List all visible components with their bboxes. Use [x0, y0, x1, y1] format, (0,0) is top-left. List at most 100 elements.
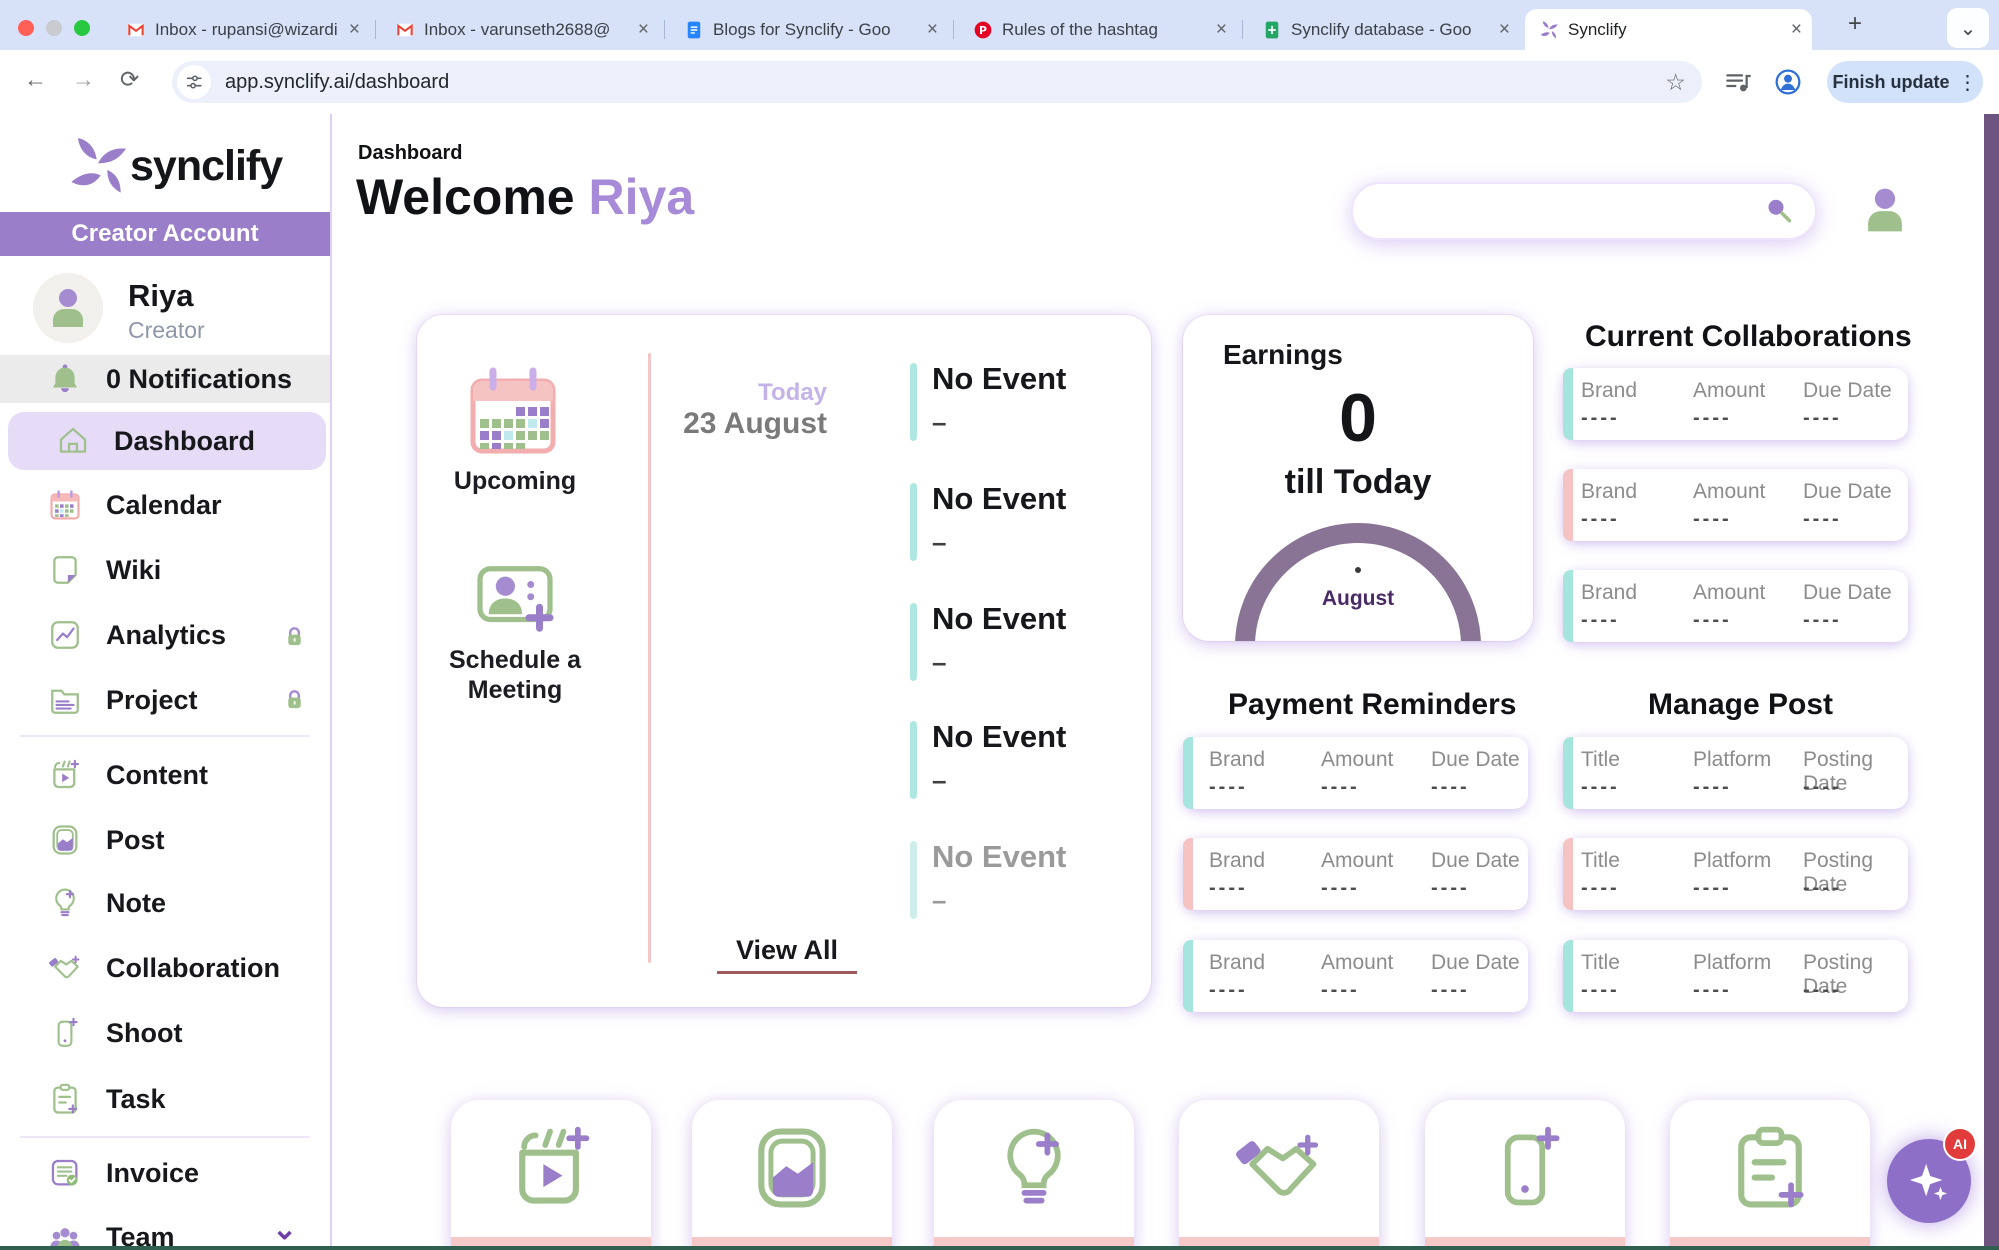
sidebar-item-project[interactable]: Project [0, 674, 330, 726]
sidebar-item-dashboard[interactable]: Dashboard [8, 412, 326, 470]
event-row[interactable]: No Event – [910, 361, 1130, 461]
tune-icon [183, 71, 205, 93]
sidebar-item-label: Dashboard [114, 426, 255, 457]
column-header: Brand [1209, 849, 1321, 875]
content-icon [505, 1122, 597, 1214]
media-playlist-icon[interactable] [1722, 66, 1754, 98]
page-scrollbar[interactable] [1984, 114, 1999, 1250]
cell-value: ---- [1581, 407, 1693, 429]
close-icon[interactable]: × [927, 19, 938, 41]
sidebar-item-post[interactable]: Post [0, 814, 330, 866]
schedule-meeting-icon[interactable] [473, 553, 557, 637]
address-bar[interactable]: app.synclify.ai/dashboard ☆ [172, 61, 1702, 103]
column-header: Amount [1321, 849, 1431, 875]
quick-action-shoot-card[interactable] [1425, 1100, 1625, 1250]
close-icon[interactable]: × [1216, 19, 1227, 41]
event-row[interactable]: No Event – [910, 719, 1130, 819]
payment-row-card[interactable]: Brand Amount Due Date ---- ---- ---- [1183, 838, 1528, 910]
tab-search-button[interactable]: ⌄ [1947, 8, 1989, 48]
reload-button[interactable]: ⟳ [120, 66, 139, 93]
browser-menu-icon[interactable]: ⋮ [1958, 70, 1978, 95]
sidebar-item-invoice[interactable]: Invoice [0, 1147, 330, 1199]
search-bar[interactable] [1351, 182, 1817, 240]
quick-action-task-card[interactable] [1670, 1100, 1870, 1250]
event-title: No Event [932, 839, 1066, 875]
profile-role: Creator [128, 317, 205, 344]
sidebar-item-wiki[interactable]: Wiki [0, 544, 330, 596]
ai-badge: AI [1943, 1127, 1977, 1161]
traffic-light-close[interactable] [18, 20, 34, 36]
new-tab-button[interactable]: + [1848, 10, 1862, 38]
sidebar-item-label: Invoice [106, 1158, 199, 1189]
sidebar-item-content[interactable]: Content [0, 749, 330, 801]
traffic-light-minimize[interactable] [46, 20, 62, 36]
cell-value: ---- [1581, 979, 1693, 1001]
tab-synclify-active[interactable]: Synclify × [1525, 9, 1812, 50]
cell-value: ---- [1803, 877, 1908, 899]
collaboration-row-card[interactable]: Brand Amount Due Date ---- ---- ---- [1563, 368, 1908, 440]
profile-icon[interactable] [1772, 66, 1804, 98]
manage-post-row-card[interactable]: Title Platform Posting Date ---- ---- --… [1563, 838, 1908, 910]
quick-action-note-card[interactable] [934, 1100, 1134, 1250]
events-card: Upcoming Schedule a Meeting Today 23 Aug… [417, 315, 1151, 1007]
analytics-icon [48, 618, 82, 652]
event-row[interactable]: No Event – [910, 839, 1130, 939]
url-text[interactable]: app.synclify.ai/dashboard [225, 71, 1665, 94]
close-icon[interactable]: × [1499, 19, 1510, 41]
chevron-down-icon[interactable]: ⌄ [272, 1212, 297, 1247]
view-all-link[interactable]: View All [717, 935, 857, 974]
manage-post-row-card[interactable]: Title Platform Posting Date ---- ---- --… [1563, 737, 1908, 809]
quick-action-collaboration-card[interactable] [1179, 1100, 1379, 1250]
user-avatar-icon[interactable] [1858, 180, 1912, 240]
google-docs-icon [684, 20, 704, 40]
cell-value: ---- [1581, 877, 1693, 899]
tab-pinterest[interactable]: Rules of the hashtag × [959, 9, 1237, 50]
quick-action-post-card[interactable] [692, 1100, 892, 1250]
upcoming-calendar-icon[interactable] [465, 363, 561, 459]
schedule-meeting-label[interactable]: Schedule a Meeting [429, 645, 601, 705]
sidebar-item-shoot[interactable]: Shoot [0, 1007, 330, 1059]
collaboration-row-card[interactable]: Brand Amount Due Date ---- ---- ---- [1563, 570, 1908, 642]
traffic-light-zoom[interactable] [74, 20, 90, 36]
tab-blogs[interactable]: Blogs for Synclify - Goo × [670, 9, 948, 50]
close-icon[interactable]: × [349, 19, 360, 41]
forward-button[interactable]: → [72, 66, 95, 93]
tab-separator [953, 20, 954, 39]
cell-value: ---- [1321, 979, 1431, 1001]
sidebar-item-label: Collaboration [106, 953, 280, 984]
column-header: Due Date [1431, 951, 1528, 977]
tab-separator [375, 20, 376, 39]
back-button[interactable]: ← [24, 66, 47, 93]
tab-strip: Inbox - rupansi@wizardi × Inbox - varuns… [0, 0, 1999, 50]
sidebar-item-note[interactable]: Note [0, 877, 330, 929]
manage-post-row-card[interactable]: Title Platform Posting Date ---- ---- --… [1563, 940, 1908, 1012]
synclify-logo: synclify [66, 134, 282, 198]
quick-action-content-card[interactable] [451, 1100, 651, 1250]
tab-database[interactable]: Synclify database - Goo × [1248, 9, 1520, 50]
site-settings-button[interactable] [177, 65, 211, 99]
column-header: Title [1581, 951, 1693, 977]
search-icon[interactable] [1761, 193, 1797, 229]
search-input[interactable] [1353, 184, 1761, 238]
upcoming-label: Upcoming [425, 467, 605, 496]
sidebar-item-label: Project [106, 685, 198, 716]
sidebar-item-task[interactable]: Task [0, 1073, 330, 1125]
payment-row-card[interactable]: Brand Amount Due Date ---- ---- ---- [1183, 737, 1528, 809]
sidebar-item-collaboration[interactable]: Collaboration [0, 942, 330, 994]
tab-separator [1242, 20, 1243, 39]
column-header: Title [1581, 748, 1693, 774]
shoot-icon [1479, 1122, 1571, 1214]
sidebar-item-notifications[interactable]: 0 Notifications [0, 355, 330, 403]
payment-row-card[interactable]: Brand Amount Due Date ---- ---- ---- [1183, 940, 1528, 1012]
tab-inbox-2[interactable]: Inbox - varunseth2688@ × [381, 9, 659, 50]
sidebar-item-calendar[interactable]: Calendar [0, 479, 330, 531]
finish-update-button[interactable]: Finish update ⋮ [1827, 61, 1983, 103]
close-icon[interactable]: × [1791, 19, 1802, 41]
close-icon[interactable]: × [638, 19, 649, 41]
event-row[interactable]: No Event – [910, 601, 1130, 701]
tab-inbox-1[interactable]: Inbox - rupansi@wizardi × [112, 9, 370, 50]
collaboration-row-card[interactable]: Brand Amount Due Date ---- ---- ---- [1563, 469, 1908, 541]
sidebar-item-analytics[interactable]: Analytics [0, 609, 330, 661]
event-row[interactable]: No Event – [910, 481, 1130, 581]
bookmark-star-icon[interactable]: ☆ [1665, 69, 1686, 96]
